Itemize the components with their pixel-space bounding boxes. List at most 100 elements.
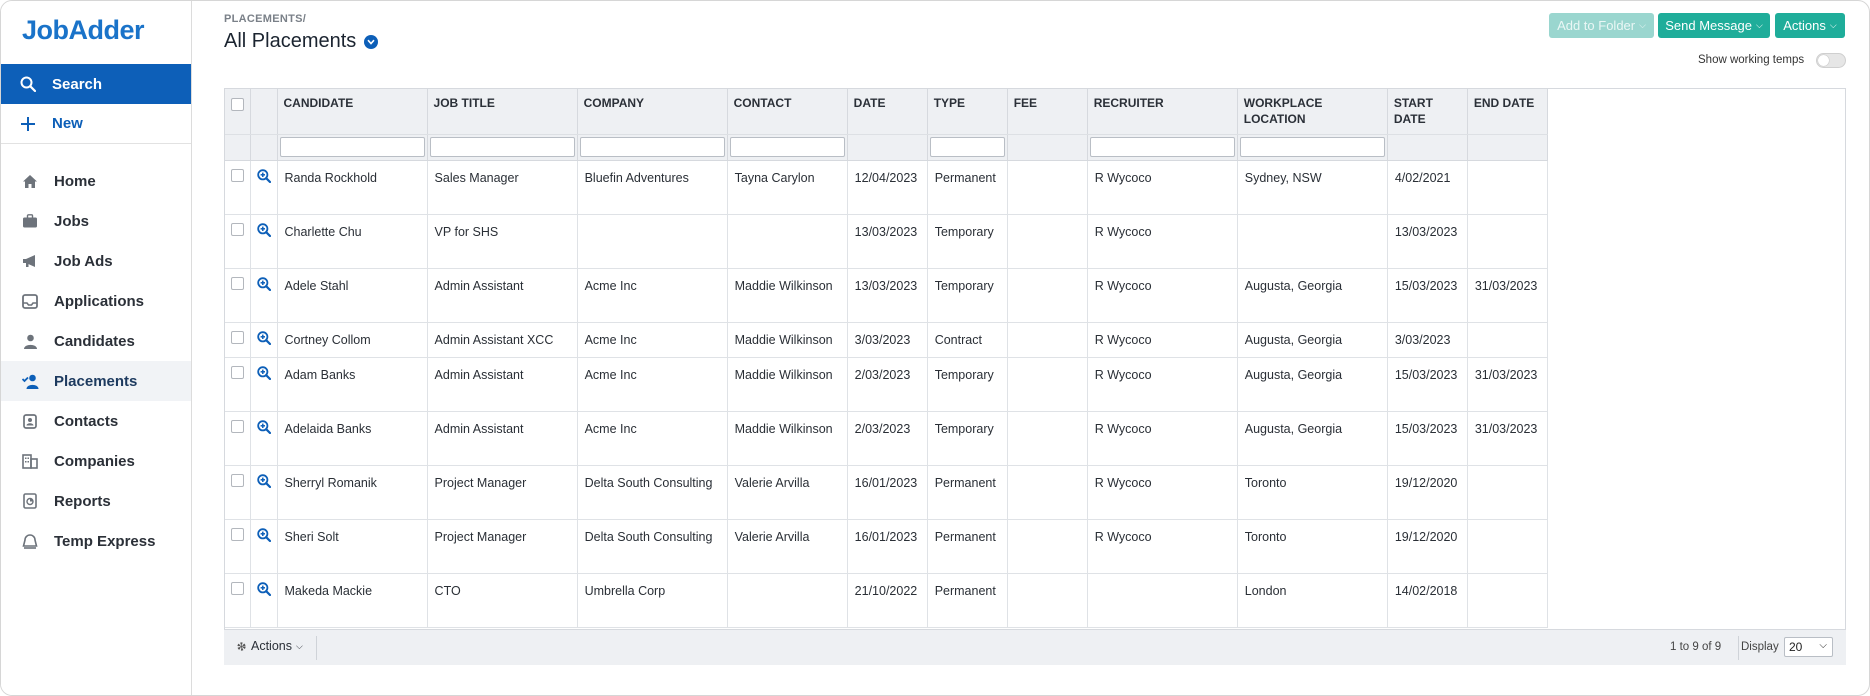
sidebar-item-candidates[interactable]: Candidates — [1, 321, 191, 361]
contact-card-icon — [21, 412, 39, 430]
row-checkbox[interactable] — [230, 222, 244, 236]
page-size-select[interactable]: 20 ⌵ — [1784, 637, 1833, 657]
zoom-in-icon[interactable] — [256, 168, 271, 183]
recruiter-filter-input[interactable] — [1089, 137, 1235, 157]
column-header-end-date[interactable]: END DATE — [1467, 89, 1549, 135]
row-checkbox[interactable] — [230, 419, 244, 433]
table-row[interactable]: Makeda Mackie CTO Umbrella Corp 21/10/2022 P… — [225, 573, 1549, 628]
row-checkbox[interactable] — [230, 365, 244, 379]
column-header-recruiter[interactable]: RECRUITER — [1087, 89, 1238, 135]
zoom-in-icon[interactable] — [256, 581, 271, 596]
table-row[interactable]: Sheri Solt Project Manager Delta South Con… — [225, 519, 1549, 574]
page-title[interactable]: All Placements — [224, 30, 379, 53]
row-select-cell — [225, 322, 251, 358]
filter-cell — [1087, 134, 1238, 161]
chevron-down-icon[interactable] — [364, 34, 379, 49]
cell-contact: Valerie Arvilla — [727, 519, 848, 574]
cell-recruiter: R Wycoco — [1087, 214, 1238, 269]
column-header-date[interactable]: DATE — [847, 89, 928, 135]
sidebar-item-job-ads[interactable]: Job Ads — [1, 241, 191, 281]
select-all-checkbox[interactable] — [230, 98, 244, 111]
send-message-button[interactable]: Send Message ⌵ — [1658, 13, 1770, 38]
zoom-in-icon[interactable] — [256, 527, 271, 542]
add-to-folder-label: Add to Folder — [1557, 18, 1636, 33]
home-icon — [21, 172, 39, 190]
breadcrumb[interactable]: PLACEMENTS/ — [224, 13, 306, 25]
cell-company — [577, 214, 728, 269]
row-checkbox[interactable] — [230, 330, 244, 344]
table-row[interactable]: Charlette Chu VP for SHS 13/03/2023 Tempora… — [225, 214, 1549, 269]
workplace-location-filter-input[interactable] — [1239, 137, 1385, 157]
cell-workplace-location: Augusta, Georgia — [1237, 411, 1388, 466]
row-view-cell — [250, 465, 278, 520]
cell-workplace-location: Sydney, NSW — [1237, 160, 1388, 215]
sidebar-item-temp-express[interactable]: Temp Express — [1, 521, 191, 561]
column-header-job-title[interactable]: JOB TITLE — [427, 89, 578, 135]
zoom-in-icon[interactable] — [256, 276, 271, 291]
sidebar-item-companies[interactable]: Companies — [1, 441, 191, 481]
row-checkbox[interactable] — [230, 473, 244, 487]
cell-date: 16/01/2023 — [847, 519, 928, 574]
cell-start-date: 14/02/2018 — [1387, 573, 1468, 628]
bulk-actions-button[interactable]: Actions ⌵ — [236, 639, 303, 653]
sidebar-item-contacts[interactable]: Contacts — [1, 401, 191, 441]
row-checkbox[interactable] — [230, 168, 244, 182]
cell-fee — [1007, 268, 1088, 323]
column-header-fee[interactable]: FEE — [1007, 89, 1088, 135]
cell-company: Acme Inc — [577, 411, 728, 466]
cell-candidate: Adele Stahl — [277, 268, 428, 323]
column-header-start-date[interactable]: START DATE — [1387, 89, 1468, 135]
table-row[interactable]: Randa Rockhold Sales Manager Bluefin Adven… — [225, 160, 1549, 215]
cell-workplace-location: Augusta, Georgia — [1237, 322, 1388, 358]
column-header-company[interactable]: COMPANY — [577, 89, 728, 135]
row-checkbox[interactable] — [230, 581, 244, 595]
table-row[interactable]: Adelaida Banks Admin Assistant Acme Inc Mad… — [225, 411, 1549, 466]
sidebar-item-reports[interactable]: Reports — [1, 481, 191, 521]
cell-workplace-location: Augusta, Georgia — [1237, 357, 1388, 412]
table-row[interactable]: Adele Stahl Admin Assistant Acme Inc Maddie… — [225, 268, 1549, 323]
company-filter-input[interactable] — [579, 137, 725, 157]
search-icon — [19, 75, 37, 93]
column-header-workplace-location[interactable]: WORKPLACE LOCATION — [1237, 89, 1388, 135]
display-label: Display — [1741, 641, 1779, 653]
column-header-candidate[interactable]: CANDIDATE — [277, 89, 428, 135]
candidate-filter-input[interactable] — [279, 137, 425, 157]
zoom-in-icon[interactable] — [256, 330, 271, 345]
cell-start-date: 19/12/2020 — [1387, 465, 1468, 520]
table-row[interactable]: Cortney Collom Admin Assistant XCC Acme In… — [225, 322, 1549, 358]
job-title-filter-input[interactable] — [429, 137, 575, 157]
cell-type: Permanent — [927, 519, 1008, 574]
cell-company: Delta South Consulting — [577, 465, 728, 520]
contact-filter-input[interactable] — [729, 137, 845, 157]
type-filter-input[interactable] — [929, 137, 1005, 157]
sidebar-item-applications[interactable]: Applications — [1, 281, 191, 321]
sidebar-item-jobs[interactable]: Jobs — [1, 201, 191, 241]
column-header-contact[interactable]: CONTACT — [727, 89, 848, 135]
sidebar-item-home[interactable]: Home — [1, 161, 191, 201]
zoom-in-icon[interactable] — [256, 222, 271, 237]
zoom-in-icon[interactable] — [256, 473, 271, 488]
cell-start-date: 15/03/2023 — [1387, 357, 1468, 412]
sidebar-item-placements[interactable]: Placements — [1, 361, 191, 401]
filter-row — [225, 134, 1549, 161]
show-working-temps-toggle[interactable] — [1816, 53, 1846, 68]
zoom-in-icon[interactable] — [256, 365, 271, 380]
filter-cell — [1237, 134, 1388, 161]
table-row[interactable]: Sherryl Romanik Project Manager Delta Sout… — [225, 465, 1549, 520]
placements-table: CANDIDATE JOB TITLE COMPANY CONTACT DATE… — [225, 89, 1549, 628]
filter-cell — [1387, 134, 1468, 161]
zoom-in-icon[interactable] — [256, 419, 271, 434]
table-row[interactable]: Adam Banks Admin Assistant Acme Inc Maddie … — [225, 357, 1549, 412]
add-to-folder-button[interactable]: Add to Folder ⌵ — [1549, 13, 1654, 38]
row-checkbox[interactable] — [230, 276, 244, 290]
cell-contact — [727, 214, 848, 269]
app-logo[interactable]: JobAdder — [22, 15, 145, 46]
cell-candidate: Charlette Chu — [277, 214, 428, 269]
column-header-type[interactable]: TYPE — [927, 89, 1008, 135]
actions-button[interactable]: Actions ⌵ — [1775, 13, 1845, 38]
sidebar-search[interactable]: Search — [1, 64, 191, 104]
sidebar-item-label: Companies — [54, 452, 135, 470]
filter-cell — [927, 134, 1008, 161]
row-checkbox[interactable] — [230, 527, 244, 541]
sidebar-new[interactable]: New — [1, 104, 191, 144]
